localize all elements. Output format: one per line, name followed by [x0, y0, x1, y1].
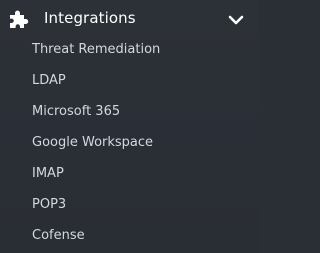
menu-item-ldap[interactable]: LDAP — [0, 65, 258, 96]
menu-item-label: Google Workspace — [32, 134, 154, 150]
menu-item-label: Threat Remediation — [32, 41, 161, 57]
menu-item-label: Cofense — [32, 227, 85, 243]
chevron-down-icon[interactable] — [228, 11, 244, 25]
menu-item-pop3[interactable]: POP3 — [0, 189, 258, 220]
integrations-menu: Integrations Threat Remediation LDAP Mic… — [0, 0, 258, 253]
menu-item-threat-remediation[interactable]: Threat Remediation — [0, 34, 258, 65]
puzzle-piece-icon — [7, 9, 29, 29]
menu-item-google-workspace[interactable]: Google Workspace — [0, 127, 258, 158]
menu-item-microsoft-365[interactable]: Microsoft 365 — [0, 96, 258, 127]
menu-item-label: POP3 — [32, 196, 67, 212]
menu-item-imap[interactable]: IMAP — [0, 158, 258, 189]
integrations-section-header[interactable]: Integrations — [0, 0, 258, 36]
menu-item-label: Microsoft 365 — [32, 103, 121, 119]
menu-item-label: LDAP — [32, 72, 66, 88]
integrations-section-title: Integrations — [44, 9, 136, 27]
menu-item-label: IMAP — [32, 165, 64, 181]
integrations-submenu: Threat Remediation LDAP Microsoft 365 Go… — [0, 34, 258, 251]
menu-item-cofense[interactable]: Cofense — [0, 220, 258, 251]
